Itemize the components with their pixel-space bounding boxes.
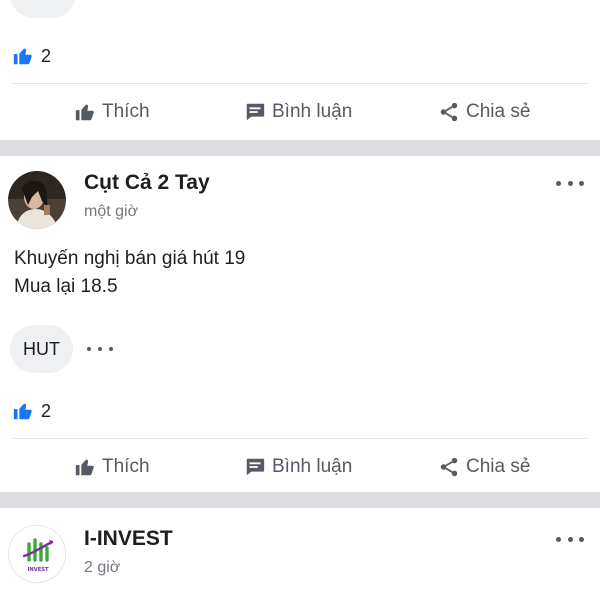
more-options-button[interactable]: [556, 177, 584, 189]
post-time[interactable]: một giờ: [84, 203, 138, 221]
comment-button-label: Bình luận: [272, 456, 353, 477]
post-card: Cụt Cả 2 Tay một giờ Khuyến nghị bán giá…: [0, 156, 600, 492]
like-button-label: Thích: [102, 101, 150, 122]
share-button[interactable]: Chia sẻ: [438, 447, 530, 487]
i-invest-logo: INVEST: [9, 526, 65, 582]
like-button-label: Thích: [102, 456, 150, 477]
like-count[interactable]: 2: [12, 45, 51, 67]
thumbs-up-icon: [13, 48, 32, 65]
comment-icon: [246, 103, 265, 121]
comment-button[interactable]: Bình luận: [244, 92, 352, 132]
comment-button[interactable]: Bình luận: [244, 447, 352, 487]
comment-icon: [246, 458, 265, 476]
divider: [12, 438, 588, 439]
stock-tag-chip[interactable]: HUT: [10, 325, 73, 373]
logo-text: INVEST: [27, 567, 49, 573]
post-time[interactable]: 2 giờ: [84, 559, 120, 577]
post-card: INVEST I-INVEST 2 giờ: [0, 508, 600, 600]
like-count-value: 2: [41, 400, 52, 421]
avatar[interactable]: [8, 171, 66, 229]
comment-button-label: Bình luận: [272, 101, 353, 122]
post-author[interactable]: I-INVEST: [84, 527, 173, 551]
more-dots-icon: [87, 347, 91, 351]
like-count-value: 2: [41, 45, 52, 66]
avatar-photo: [8, 171, 66, 229]
share-button[interactable]: Chia sẻ: [438, 92, 530, 132]
like-count[interactable]: 2: [12, 400, 51, 422]
post-card: 2 Thích Bình luận Chia sẻ: [0, 0, 600, 140]
more-options-button[interactable]: [556, 533, 584, 545]
post-text: Khuyến nghị bán giá hút 19 Mua lại 18.5: [14, 245, 245, 301]
action-bar: Thích Bình luận Chia sẻ: [0, 92, 600, 132]
post-separator: [0, 140, 600, 156]
thumbs-up-icon: [13, 403, 32, 420]
post-text-line: Mua lại 18.5: [14, 276, 118, 297]
divider: [12, 83, 588, 84]
avatar[interactable]: INVEST: [8, 525, 66, 583]
post-author[interactable]: Cụt Cả 2 Tay: [84, 171, 210, 195]
like-button[interactable]: Thích: [74, 447, 150, 487]
share-icon: [440, 102, 458, 122]
tag-chip-partial[interactable]: [10, 0, 76, 18]
like-button[interactable]: Thích: [74, 92, 150, 132]
post-text-line: Khuyến nghị bán giá hút 19: [14, 248, 246, 269]
share-button-label: Chia sẻ: [466, 456, 531, 477]
action-bar: Thích Bình luận Chia sẻ: [0, 447, 600, 487]
tag-more-button[interactable]: [87, 344, 113, 354]
share-icon: [440, 457, 458, 477]
thumbs-up-icon: [75, 104, 94, 121]
more-dots-icon: [556, 180, 561, 186]
share-button-label: Chia sẻ: [466, 101, 531, 122]
post-separator: [0, 492, 600, 508]
thumbs-up-icon: [75, 459, 94, 476]
more-dots-icon: [556, 536, 561, 542]
